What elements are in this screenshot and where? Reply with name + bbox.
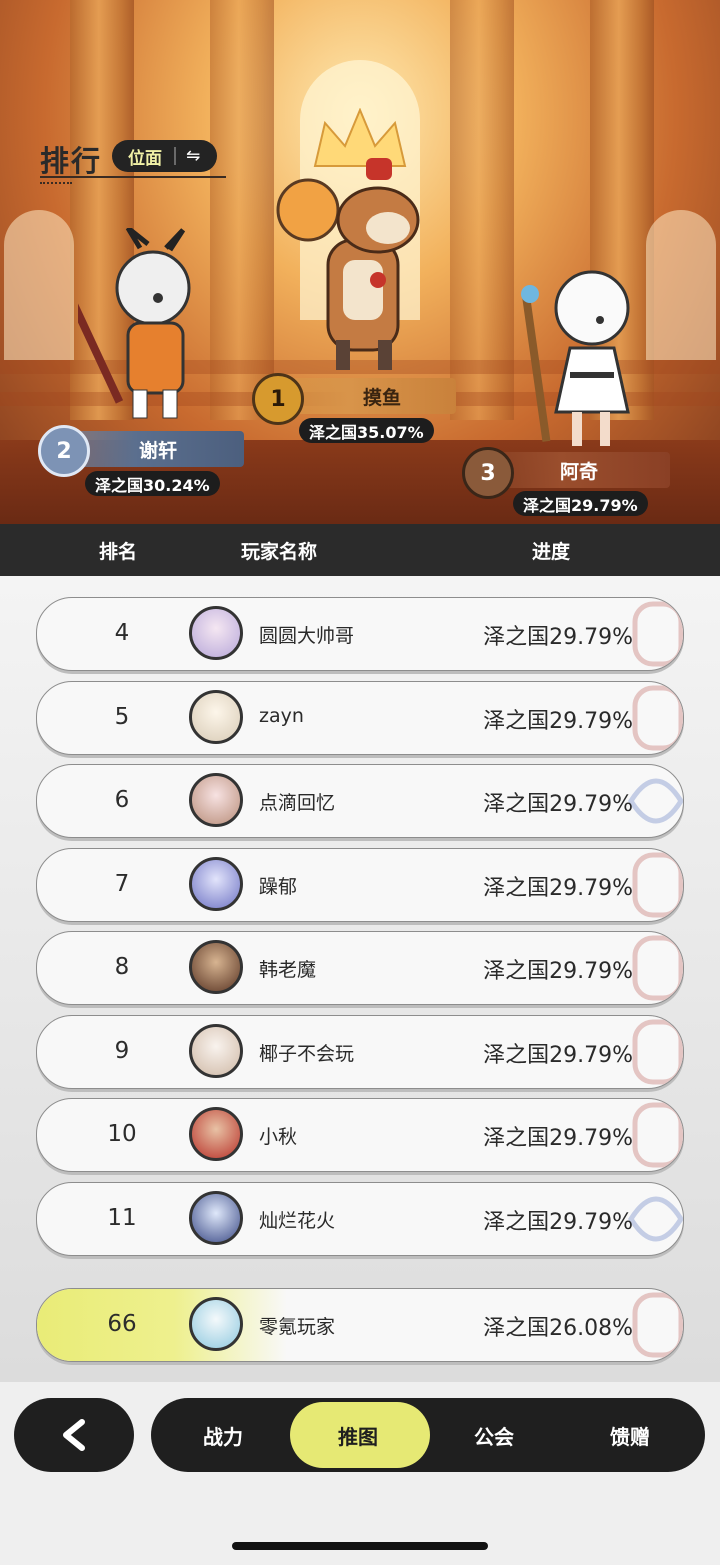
table-row[interactable]: 10 小秋 泽之国29.79% bbox=[36, 1098, 684, 1172]
row-progress: 泽之国29.79% bbox=[483, 876, 633, 901]
row-rank: 5 bbox=[114, 704, 130, 730]
header-progress: 进度 bbox=[532, 541, 571, 563]
table-header: 排名 玩家名称 进度 bbox=[0, 524, 720, 576]
podium-3-plaque: 阿奇 bbox=[488, 452, 670, 488]
home-indicator[interactable] bbox=[232, 1542, 488, 1550]
window-arch bbox=[4, 210, 74, 360]
character-rank3 bbox=[521, 270, 630, 446]
player-avatar[interactable] bbox=[189, 690, 243, 744]
podium-2-name: 谢轩 bbox=[138, 439, 177, 462]
row-rank: 7 bbox=[114, 871, 130, 897]
chevron-left-icon bbox=[63, 1419, 85, 1451]
row-progress: 泽之国29.79% bbox=[483, 959, 633, 984]
player-name: 点滴回忆 bbox=[259, 792, 336, 814]
back-button[interactable] bbox=[14, 1398, 134, 1472]
podium-1-plaque: 摸鱼 bbox=[278, 378, 456, 414]
header-rank: 排名 bbox=[99, 541, 138, 563]
podium-1-score: 泽之国35.07% bbox=[299, 418, 434, 443]
rank-1-medal: 1 bbox=[252, 373, 304, 425]
podium-3-score: 泽之国29.79% bbox=[513, 491, 648, 516]
my-rank-row[interactable]: 66 零氪玩家 泽之国26.08% bbox=[36, 1288, 684, 1362]
tab-power[interactable]: 战力 bbox=[203, 1421, 243, 1450]
row-rank: 9 bbox=[114, 1038, 130, 1064]
podium-2-rank: 2 bbox=[56, 438, 72, 464]
tab-guild[interactable]: 公会 bbox=[474, 1421, 514, 1450]
swap-icon: ⇋ bbox=[186, 146, 201, 166]
row-rank: 6 bbox=[114, 787, 130, 813]
tab-gift[interactable]: 馈赠 bbox=[610, 1421, 650, 1450]
row-progress: 泽之国29.79% bbox=[483, 1126, 633, 1151]
tab-bar: 战力 推图 公会 馈赠 bbox=[151, 1398, 705, 1472]
podium-2-score: 泽之国30.24% bbox=[85, 471, 220, 496]
player-name: zayn bbox=[259, 705, 304, 727]
podium-3-rank: 3 bbox=[480, 460, 496, 486]
page-title: 排行 bbox=[40, 144, 103, 178]
row-progress: 泽之国29.79% bbox=[483, 1210, 633, 1235]
row-progress: 泽之国29.79% bbox=[483, 709, 633, 734]
player-name: 小秋 bbox=[259, 1126, 298, 1148]
my-name: 零氪玩家 bbox=[259, 1316, 336, 1338]
player-name: 韩老魔 bbox=[259, 959, 317, 981]
pillar bbox=[210, 0, 274, 420]
player-avatar[interactable] bbox=[189, 940, 243, 994]
row-progress: 泽之国29.79% bbox=[483, 1043, 633, 1068]
player-avatar[interactable] bbox=[189, 1024, 243, 1078]
tab-stage[interactable]: 推图 bbox=[338, 1421, 378, 1450]
table-row[interactable]: 6 点滴回忆 泽之国29.79% bbox=[36, 764, 684, 838]
filter-separator bbox=[174, 147, 176, 165]
title-area: 排行 bbox=[40, 138, 226, 184]
player-avatar[interactable] bbox=[189, 1107, 243, 1161]
rank-2-medal: 2 bbox=[38, 425, 90, 477]
highlight-glow bbox=[37, 1289, 287, 1361]
player-avatar[interactable] bbox=[189, 1191, 243, 1245]
podium-1-rank: 1 bbox=[270, 386, 286, 412]
my-avatar[interactable] bbox=[189, 1297, 243, 1351]
player-name: 椰子不会玩 bbox=[259, 1043, 355, 1065]
row-progress: 泽之国29.79% bbox=[483, 792, 633, 817]
rank-3-medal: 3 bbox=[462, 447, 514, 499]
podium-1-name: 摸鱼 bbox=[362, 386, 401, 409]
podium-3-name: 阿奇 bbox=[559, 460, 598, 483]
table-row[interactable]: 7 躁郁 泽之国29.79% bbox=[36, 848, 684, 922]
table-row[interactable]: 5 zayn 泽之国29.79% bbox=[36, 681, 684, 755]
header-player: 玩家名称 bbox=[241, 541, 318, 563]
window-arch bbox=[646, 210, 716, 360]
row-rank: 10 bbox=[107, 1121, 137, 1147]
row-rank: 11 bbox=[107, 1205, 137, 1231]
table-row[interactable]: 4 圆圆大帅哥 泽之国29.79% bbox=[36, 597, 684, 671]
my-progress: 泽之国26.08% bbox=[483, 1316, 633, 1341]
character-rank1 bbox=[276, 158, 420, 370]
hero-banner: 排行 位面 ⇋ 摸鱼 1 泽之国35.07% 谢轩 2 泽之国30.24% 阿奇… bbox=[0, 0, 720, 524]
title-underline bbox=[40, 176, 226, 178]
my-rank: 66 bbox=[107, 1311, 137, 1337]
row-rank: 8 bbox=[114, 954, 130, 980]
filter-label: 位面 bbox=[128, 148, 162, 169]
table-row[interactable]: 11 灿烂花火 泽之国29.79% bbox=[36, 1182, 684, 1256]
player-name: 躁郁 bbox=[259, 876, 298, 898]
player-avatar[interactable] bbox=[189, 857, 243, 911]
player-avatar[interactable] bbox=[189, 606, 243, 660]
table-row[interactable]: 9 椰子不会玩 泽之国29.79% bbox=[36, 1015, 684, 1089]
plane-filter-toggle[interactable]: 位面 ⇋ bbox=[112, 140, 217, 172]
row-rank: 4 bbox=[114, 620, 130, 646]
player-avatar[interactable] bbox=[189, 773, 243, 827]
table-row[interactable]: 8 韩老魔 泽之国29.79% bbox=[36, 931, 684, 1005]
title-dots bbox=[40, 182, 72, 184]
row-progress: 泽之国29.79% bbox=[483, 625, 633, 650]
character-rank2 bbox=[78, 228, 191, 419]
player-name: 圆圆大帅哥 bbox=[259, 625, 355, 647]
pillar bbox=[450, 0, 514, 420]
player-name: 灿烂花火 bbox=[259, 1210, 336, 1232]
